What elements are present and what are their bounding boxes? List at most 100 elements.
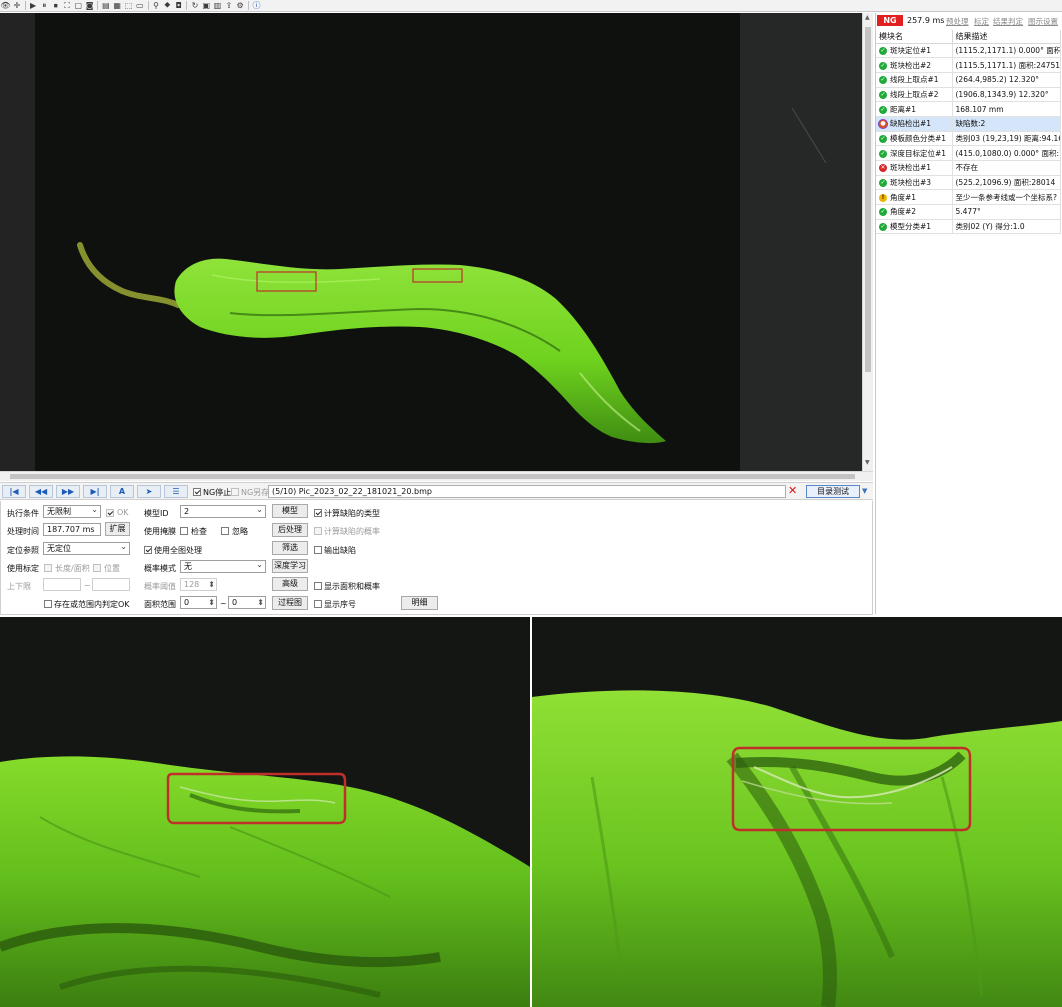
result-description: (1115.5,1171.1) 面积:247519 bbox=[952, 57, 1061, 73]
expand-button[interactable]: 扩展 bbox=[105, 522, 130, 536]
ng-stop-checkbox[interactable] bbox=[193, 487, 201, 496]
advanced-button[interactable]: 高级 bbox=[272, 577, 308, 591]
process-image-button[interactable]: 过程图 bbox=[272, 596, 308, 610]
camera-icon[interactable]: ◙ bbox=[85, 1, 94, 10]
ng-save-checkbox[interactable] bbox=[231, 487, 239, 496]
use-full-image-checkbox[interactable] bbox=[144, 545, 152, 554]
deep-learning-button[interactable]: 深度学习 bbox=[272, 559, 308, 573]
results-row[interactable]: ● 缺陷检出#1 缺陷数:2 bbox=[876, 116, 1061, 132]
clear-icon[interactable]: ✕ bbox=[788, 484, 797, 497]
file-path-field[interactable]: (5/10) Pic_2023_02_22_181021_20.bmp bbox=[268, 485, 786, 498]
image-viewer[interactable] bbox=[0, 13, 862, 471]
vertical-scrollbar[interactable]: ▲ ▼ bbox=[862, 13, 873, 471]
results-row[interactable]: ! 角度#1 至少一条参考线或一个坐标系? bbox=[876, 189, 1061, 206]
calc-defect-prob-checkbox[interactable] bbox=[314, 526, 322, 535]
play-icon[interactable]: ▶ bbox=[29, 1, 38, 10]
defect-status-icon: ● bbox=[879, 120, 887, 129]
upper-bound-field[interactable] bbox=[92, 578, 130, 591]
ng-save-check[interactable] bbox=[231, 487, 239, 496]
text-annotation-button[interactable]: A bbox=[110, 485, 134, 498]
results-row[interactable]: ✓ 斑块检出#3 (525.2,1096.9) 面积:28014 bbox=[876, 175, 1061, 191]
ignore-checkbox[interactable] bbox=[221, 526, 229, 535]
first-image-button[interactable]: |◀ bbox=[2, 485, 26, 498]
send-arrow-icon: ➤ bbox=[145, 487, 153, 496]
preprocess-link[interactable]: 预处理 bbox=[946, 16, 969, 27]
calc-defect-type-checkbox[interactable] bbox=[314, 508, 322, 517]
region-icon[interactable]: ▢ bbox=[74, 1, 83, 10]
show-index-checkbox[interactable] bbox=[314, 599, 322, 608]
scroll-up-icon[interactable]: ▲ bbox=[865, 14, 870, 21]
pause-icon[interactable]: ⏸ bbox=[40, 1, 49, 10]
settings-doc-icon[interactable]: ▤ bbox=[101, 1, 110, 10]
result-module-name: 距离#1 bbox=[890, 104, 917, 114]
results-row[interactable]: ✓ 距离#1 168.107 mm bbox=[876, 101, 1061, 117]
fit-icon[interactable]: ⛶ bbox=[62, 1, 71, 10]
last-image-button[interactable]: ▶| bbox=[83, 485, 107, 498]
model-id-select[interactable]: 2 bbox=[180, 504, 266, 518]
results-row[interactable]: ✓ 模板颜色分类#1 类别03 (19,23,19) 距离:94.164 bbox=[876, 131, 1061, 147]
image-icon[interactable]: ▣ bbox=[202, 1, 211, 10]
ng-stop-check[interactable] bbox=[193, 487, 201, 496]
camera2-icon[interactable]: ◘ bbox=[174, 1, 183, 10]
results-row[interactable]: ✓ 模型分类#1 类别02 (Y) 得分:1.0 bbox=[876, 219, 1061, 235]
result-description: 不存在 bbox=[952, 160, 1061, 176]
detail-button[interactable]: 明细 bbox=[401, 596, 438, 610]
grid-icon[interactable]: ▦ bbox=[113, 1, 122, 10]
stop-icon[interactable]: ⏹ bbox=[51, 1, 60, 10]
export-icon[interactable]: ⇪ bbox=[224, 1, 233, 10]
pin-icon[interactable]: ⚲ bbox=[152, 1, 161, 10]
calibration-link[interactable]: 标定 bbox=[974, 16, 989, 27]
range-ok-label: 存在或范围内判定OK bbox=[54, 600, 130, 609]
check-checkbox[interactable] bbox=[180, 526, 188, 535]
exec-condition-select[interactable]: 无限制 bbox=[43, 504, 101, 518]
area-max-spinner[interactable]: 0 bbox=[228, 596, 266, 609]
len-area-checkbox[interactable] bbox=[44, 563, 52, 572]
scroll-down-icon[interactable]: ▼ bbox=[865, 459, 870, 466]
horizontal-scrollbar[interactable] bbox=[0, 471, 873, 481]
range-ok-checkbox[interactable] bbox=[44, 599, 52, 608]
area-min-spinner[interactable]: 0 bbox=[180, 596, 217, 609]
proc-time-field[interactable]: 187.707 ms bbox=[43, 523, 101, 536]
ruler-icon[interactable]: ▭ bbox=[135, 1, 144, 10]
results-row[interactable]: ✓ 斑块检出#2 (1115.5,1171.1) 面积:247519 bbox=[876, 57, 1061, 73]
output-defect-checkbox[interactable] bbox=[314, 545, 322, 554]
results-row[interactable]: ✓ 线段上取点#1 (264.4,985.2) 12.320° bbox=[876, 72, 1061, 88]
crosshair-icon[interactable]: ✛ bbox=[12, 1, 21, 10]
vertical-scroll-thumb[interactable] bbox=[865, 27, 871, 372]
marker-icon[interactable]: ⯁ bbox=[163, 1, 172, 10]
pepper-image bbox=[0, 13, 862, 471]
show-area-prob-checkbox[interactable] bbox=[314, 581, 322, 590]
results-row[interactable]: ✓ 线段上取点#2 (1906.8,1343.9) 12.320° bbox=[876, 87, 1061, 103]
filter-button[interactable]: 筛选 bbox=[272, 541, 308, 555]
next-image-button[interactable]: ▶▶ bbox=[56, 485, 80, 498]
horizontal-scroll-thumb[interactable] bbox=[10, 474, 855, 479]
rotate-icon[interactable]: ↻ bbox=[190, 1, 199, 10]
list-button[interactable]: ☰ bbox=[164, 485, 188, 498]
results-row[interactable]: ✓深度目标定位#1(415.0,1080.0) 0.000° 面积:1395 bbox=[876, 145, 1061, 161]
lower-bound-field[interactable] bbox=[43, 578, 81, 591]
eye-icon[interactable]: 👁 bbox=[0, 1, 10, 10]
result-description: 5.477° bbox=[952, 204, 1061, 220]
display-settings-link[interactable]: 图示设置 bbox=[1028, 16, 1058, 27]
save-icon[interactable]: ▥ bbox=[213, 1, 222, 10]
postprocess-button[interactable]: 后处理 bbox=[272, 523, 308, 537]
model-button[interactable]: 模型 bbox=[272, 504, 308, 518]
elapsed-time: 257.9 ms bbox=[907, 16, 945, 25]
results-row[interactable]: ✓斑块定位#1(1115.2,1171.1) 0.000° 面积:24 bbox=[876, 43, 1061, 59]
result-judge-link[interactable]: 结果判定 bbox=[993, 16, 1023, 27]
result-module-name: 深度目标定位#1 bbox=[890, 148, 947, 158]
ok-checkbox[interactable] bbox=[106, 508, 114, 517]
prev-image-button[interactable]: ◀◀ bbox=[29, 485, 53, 498]
prob-threshold-spinner[interactable]: 128 bbox=[180, 578, 217, 591]
prob-mode-select[interactable]: 无 bbox=[180, 559, 266, 573]
results-row[interactable]: ✓ 角度#2 5.477° bbox=[876, 204, 1061, 220]
chevron-down-icon[interactable]: ▼ bbox=[862, 487, 867, 495]
catalog-test-button[interactable]: 目录测试 bbox=[806, 485, 860, 498]
gear-icon[interactable]: ⚙ bbox=[236, 1, 245, 10]
locate-ref-select[interactable]: 无定位 bbox=[43, 541, 130, 555]
results-row[interactable]: ✕ 斑块检出#1 不存在 bbox=[876, 160, 1061, 176]
select-icon[interactable]: ⬚ bbox=[124, 1, 133, 10]
navigate-button[interactable]: ➤ bbox=[137, 485, 161, 498]
position-checkbox[interactable] bbox=[93, 563, 101, 572]
info-icon[interactable]: ⓘ bbox=[252, 1, 261, 10]
